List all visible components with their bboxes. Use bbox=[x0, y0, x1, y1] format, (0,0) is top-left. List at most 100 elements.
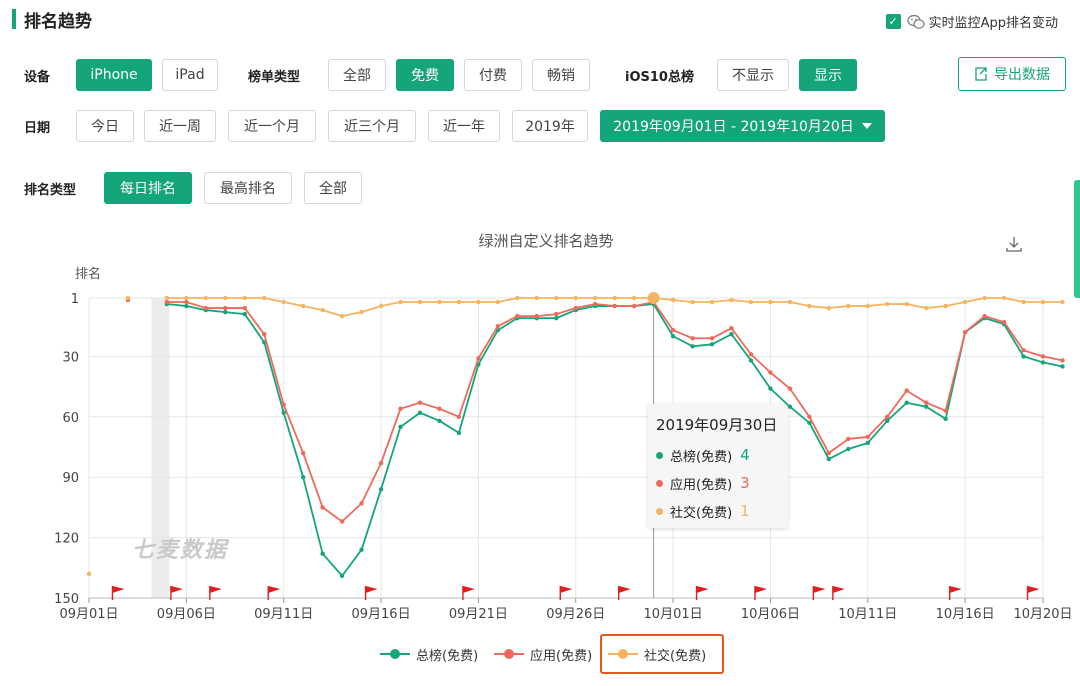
data-point bbox=[923, 305, 929, 311]
data-point bbox=[729, 326, 734, 331]
data-point bbox=[456, 414, 462, 419]
series-line-0 bbox=[166, 303, 1063, 577]
data-point bbox=[885, 414, 890, 419]
legend-highlight-box bbox=[600, 634, 724, 674]
data-point bbox=[1001, 295, 1007, 301]
data-point bbox=[807, 303, 812, 309]
data-point bbox=[670, 297, 676, 303]
tooltip-dot bbox=[656, 479, 663, 487]
x-tick-label: 10月20日 bbox=[1013, 607, 1072, 622]
data-point bbox=[709, 336, 715, 341]
data-point bbox=[378, 460, 384, 466]
list-type-grossing-button[interactable]: 畅销 bbox=[532, 59, 590, 91]
date-three-months-button[interactable]: 近三个月 bbox=[328, 110, 416, 142]
data-point bbox=[1021, 354, 1026, 359]
list-type-paid-button[interactable]: 付费 bbox=[464, 59, 522, 91]
data-point bbox=[495, 323, 501, 329]
data-point bbox=[281, 402, 286, 407]
monitor-toggle[interactable]: ✓ 实时监控App排名变动 bbox=[885, 12, 1058, 31]
ios10-label: iOS10总榜 bbox=[625, 69, 694, 85]
data-point bbox=[982, 295, 987, 301]
x-tick-label: 09月26日 bbox=[546, 607, 605, 622]
data-point bbox=[865, 434, 870, 440]
data-point bbox=[670, 334, 676, 339]
date-week-button[interactable]: 近一周 bbox=[144, 110, 216, 142]
legend-item-overall[interactable]: 总榜(免费) bbox=[380, 640, 478, 668]
download-chart-icon[interactable] bbox=[1006, 237, 1022, 252]
x-tick-label: 09月01日 bbox=[59, 607, 118, 622]
rank-type-highest-button[interactable]: 最高排名 bbox=[204, 172, 292, 204]
data-point bbox=[223, 295, 228, 301]
legend-label: 总榜(免费) bbox=[416, 648, 479, 664]
data-point bbox=[378, 303, 384, 309]
list-type-all-button[interactable]: 全部 bbox=[328, 59, 386, 91]
data-point bbox=[417, 400, 423, 405]
y-tick-label: 30 bbox=[62, 350, 79, 365]
date-year-button[interactable]: 近一年 bbox=[428, 110, 500, 142]
data-point bbox=[923, 400, 929, 405]
data-point bbox=[1040, 360, 1046, 365]
monitor-checkbox[interactable]: ✓ bbox=[885, 14, 901, 29]
export-data-button[interactable]: 导出数据 bbox=[958, 57, 1066, 91]
filter-row-device: 设备 iPhone iPad 榜单类型 全部 免费 付费 畅销 iOS10总榜 … bbox=[24, 59, 857, 91]
data-point bbox=[1060, 364, 1065, 369]
x-tick-label: 09月11日 bbox=[254, 607, 313, 622]
data-point bbox=[748, 299, 754, 305]
data-point bbox=[1040, 354, 1046, 359]
data-point bbox=[612, 303, 617, 309]
data-point bbox=[729, 332, 734, 337]
data-point bbox=[943, 303, 948, 309]
data-point bbox=[339, 573, 345, 579]
data-point bbox=[1040, 299, 1046, 305]
rank-type-label: 排名类型 bbox=[24, 182, 77, 198]
data-point bbox=[515, 295, 520, 301]
date-today-button[interactable]: 今日 bbox=[76, 110, 134, 142]
data-point bbox=[164, 299, 170, 305]
data-point bbox=[631, 295, 637, 301]
data-point bbox=[962, 330, 968, 335]
tooltip-value: 4 bbox=[740, 446, 750, 464]
rank-type-daily-button[interactable]: 每日排名 bbox=[104, 172, 192, 204]
y-axis-label: 排名 bbox=[75, 266, 101, 282]
data-point bbox=[242, 295, 247, 301]
device-iphone-button[interactable]: iPhone bbox=[76, 59, 152, 91]
data-point bbox=[768, 370, 773, 375]
x-tick-label: 10月06日 bbox=[741, 607, 800, 622]
date-month-button[interactable]: 近一个月 bbox=[228, 110, 316, 142]
date-2019-button[interactable]: 2019年 bbox=[512, 110, 588, 142]
chart-grid bbox=[88, 297, 1044, 599]
list-type-free-button[interactable]: 免费 bbox=[396, 59, 454, 91]
data-point bbox=[320, 307, 325, 313]
data-point bbox=[223, 305, 228, 311]
data-point bbox=[709, 299, 715, 305]
data-point bbox=[885, 301, 890, 307]
data-point bbox=[300, 303, 306, 309]
data-point bbox=[437, 299, 442, 305]
data-point bbox=[647, 292, 660, 304]
device-ipad-button[interactable]: iPad bbox=[162, 59, 218, 91]
rank-type-all-button[interactable]: 全部 bbox=[304, 172, 362, 204]
filter-row-date: 日期 今日 近一周 近一个月 近三个月 近一年 2019年 2019年09月01… bbox=[24, 110, 885, 142]
data-point bbox=[378, 487, 384, 492]
data-point bbox=[846, 303, 851, 309]
rank-trend-chart: 1306090120150 09月01日 09月06日 09月11日 09月16日 09… bbox=[54, 232, 1072, 622]
tooltip-row: 总榜(免费) 4 bbox=[656, 441, 780, 469]
data-point bbox=[359, 501, 364, 506]
tooltip-dot bbox=[656, 451, 663, 459]
data-point bbox=[631, 303, 637, 309]
y-tick-label: 90 bbox=[62, 471, 79, 486]
list-type-label: 榜单类型 bbox=[248, 69, 301, 85]
device-label: 设备 bbox=[24, 69, 51, 85]
ios10-hide-button[interactable]: 不显示 bbox=[717, 59, 789, 91]
ios10-show-button[interactable]: 显示 bbox=[799, 59, 857, 91]
data-point bbox=[826, 456, 832, 462]
caret-down-icon bbox=[861, 123, 872, 129]
data-point bbox=[417, 410, 423, 415]
data-point bbox=[339, 313, 345, 319]
date-range-picker[interactable]: 2019年09月01日 - 2019年10月20日 bbox=[600, 110, 885, 142]
legend-marker bbox=[380, 649, 410, 659]
data-point bbox=[339, 519, 345, 524]
data-point bbox=[320, 551, 325, 556]
legend-item-apps[interactable]: 应用(免费) bbox=[494, 640, 592, 668]
data-point bbox=[554, 295, 559, 301]
